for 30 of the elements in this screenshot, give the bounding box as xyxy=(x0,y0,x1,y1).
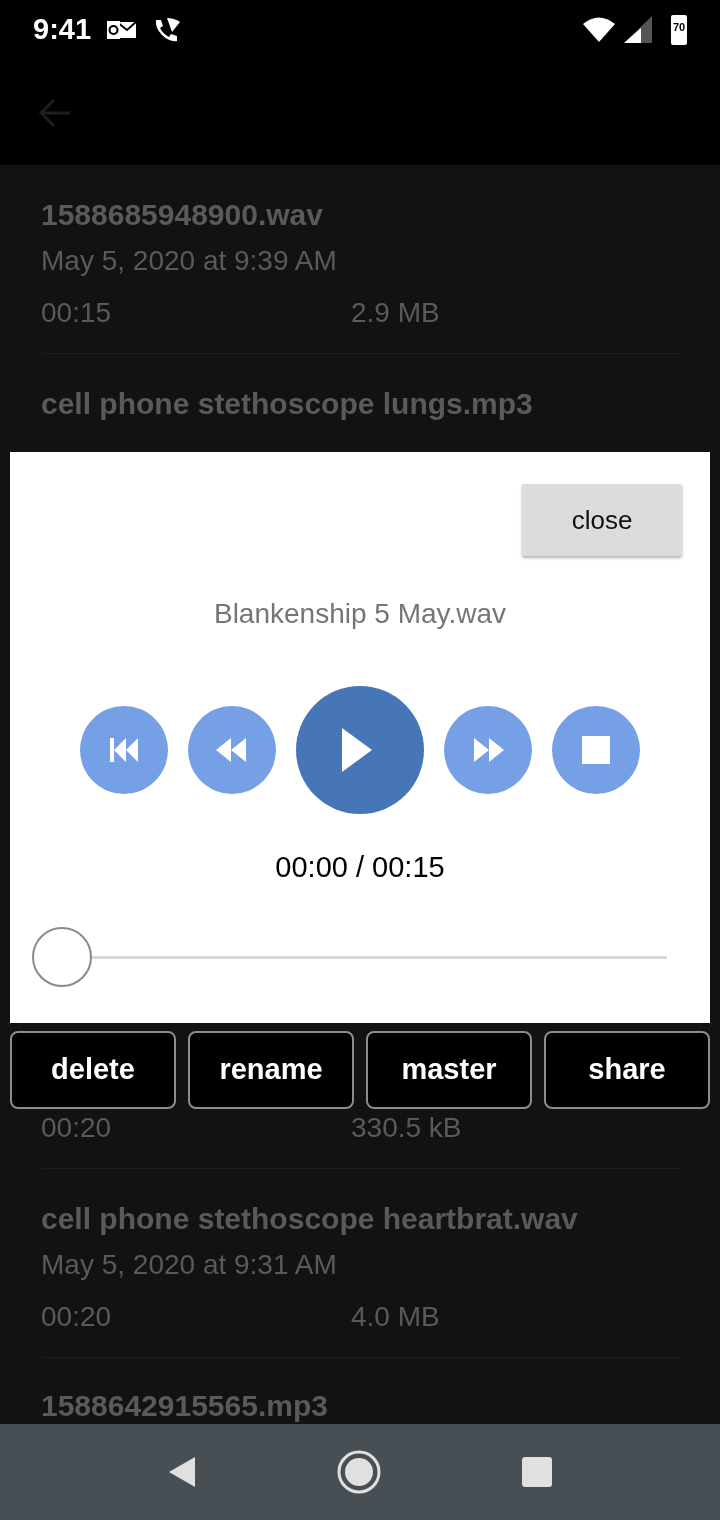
recording-duration: 00:15 xyxy=(41,296,113,330)
recording-date: May 5, 2020 at 9:39 AM xyxy=(41,244,338,278)
slider-thumb[interactable] xyxy=(32,927,92,987)
recording-size: 2.9 MB xyxy=(351,297,440,328)
recording-size: 4.0 MB xyxy=(351,1301,440,1332)
back-icon[interactable] xyxy=(167,1455,197,1489)
recording-title: cell phone stethoscope heartbrat.wav xyxy=(41,1201,579,1237)
call-wifi-icon xyxy=(153,16,182,44)
recording-duration: 00:20 xyxy=(41,1300,113,1334)
recording-title: 1588685948900.wav xyxy=(41,197,324,233)
recording-date: May 5, 2020 at 9:31 AM xyxy=(41,1248,338,1282)
playback-time: 00:00 / 00:15 xyxy=(274,850,446,885)
wifi-icon xyxy=(583,17,615,43)
file-name: Blankenship 5 May.wav xyxy=(212,597,508,631)
battery-level: 70 xyxy=(672,20,686,35)
recording-title: 1588642915565.mp3 xyxy=(41,1388,329,1424)
close-button[interactable]: close xyxy=(522,484,682,556)
share-button[interactable]: share xyxy=(544,1031,710,1109)
recording-size: 330.5 kB xyxy=(351,1112,462,1143)
delete-button[interactable]: delete xyxy=(10,1031,176,1109)
recording-title: cell phone stethoscope lungs.mp3 xyxy=(41,386,534,422)
master-button[interactable]: master xyxy=(366,1031,532,1109)
signal-icon xyxy=(623,15,653,45)
recording-duration: 00:20 xyxy=(41,1111,113,1145)
rename-button[interactable]: rename xyxy=(188,1031,354,1109)
mail-notification-icon xyxy=(107,19,138,41)
seek-slider[interactable] xyxy=(32,927,667,987)
home-icon[interactable] xyxy=(337,1450,381,1494)
recents-icon[interactable] xyxy=(521,1456,553,1488)
clock-time: 9:41 xyxy=(33,12,92,48)
